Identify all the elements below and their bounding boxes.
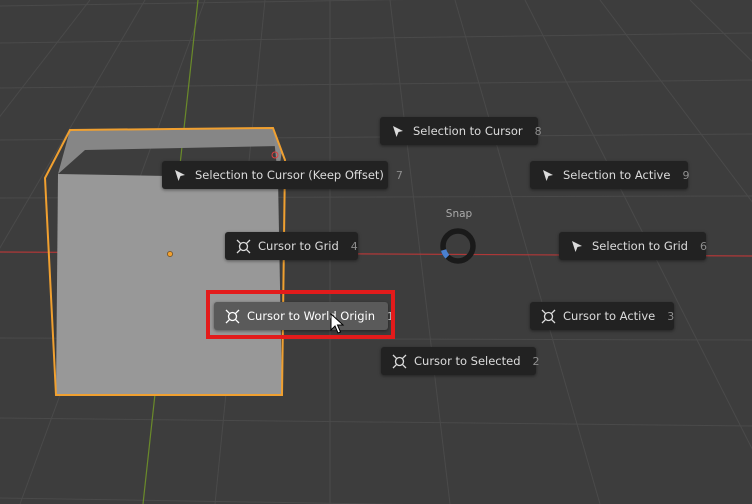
arrow-cursor-icon (540, 167, 556, 183)
pie-menu-title: Snap (445, 208, 473, 220)
3d-cursor-icon (391, 353, 407, 369)
pie-item-label: Cursor to Selected (414, 354, 521, 368)
mouse-pointer-icon (330, 313, 345, 334)
pie-item-cursor-to-selected[interactable]: Cursor to Selected 2 (381, 347, 540, 375)
pie-item-cursor-to-active[interactable]: Cursor to Active 3 (530, 302, 674, 330)
3d-cursor-icon (235, 238, 251, 254)
pie-item-hotkey: 6 (700, 239, 707, 253)
pie-item-label: Cursor to Active (563, 309, 656, 323)
pie-item-hotkey: 4 (350, 239, 358, 253)
pie-item-hotkey: 7 (395, 168, 403, 182)
pie-item-hotkey: 9 (682, 168, 690, 182)
pie-item-selection-to-cursor[interactable]: Selection to Cursor 8 (380, 117, 542, 145)
pie-item-selection-to-active[interactable]: Selection to Active 9 (530, 161, 690, 189)
arrow-cursor-icon (390, 123, 406, 139)
pie-item-label: Selection to Cursor (413, 124, 523, 138)
pie-item-label: Selection to Active (563, 168, 671, 182)
pie-item-label: Selection to Grid (592, 239, 688, 253)
arrow-cursor-icon (569, 238, 585, 254)
selection-highlight-box (206, 290, 395, 339)
pie-item-hotkey: 8 (534, 124, 542, 138)
pie-direction-ring (440, 228, 476, 264)
3d-cursor-icon (540, 308, 556, 324)
pie-item-hotkey: 3 (667, 309, 675, 323)
pie-item-hotkey: 2 (532, 354, 540, 368)
pie-item-selection-to-grid[interactable]: Selection to Grid 6 (559, 232, 707, 260)
pie-item-label: Selection to Cursor (Keep Offset) (195, 168, 384, 182)
pie-item-selection-to-cursor-keep-offset[interactable]: Selection to Cursor (Keep Offset) 7 (162, 161, 403, 189)
pie-item-cursor-to-grid[interactable]: Cursor to Grid 4 (225, 232, 358, 260)
arrow-cursor-icon (172, 167, 188, 183)
pie-item-label: Cursor to Grid (258, 239, 339, 253)
object-origin (167, 251, 173, 257)
